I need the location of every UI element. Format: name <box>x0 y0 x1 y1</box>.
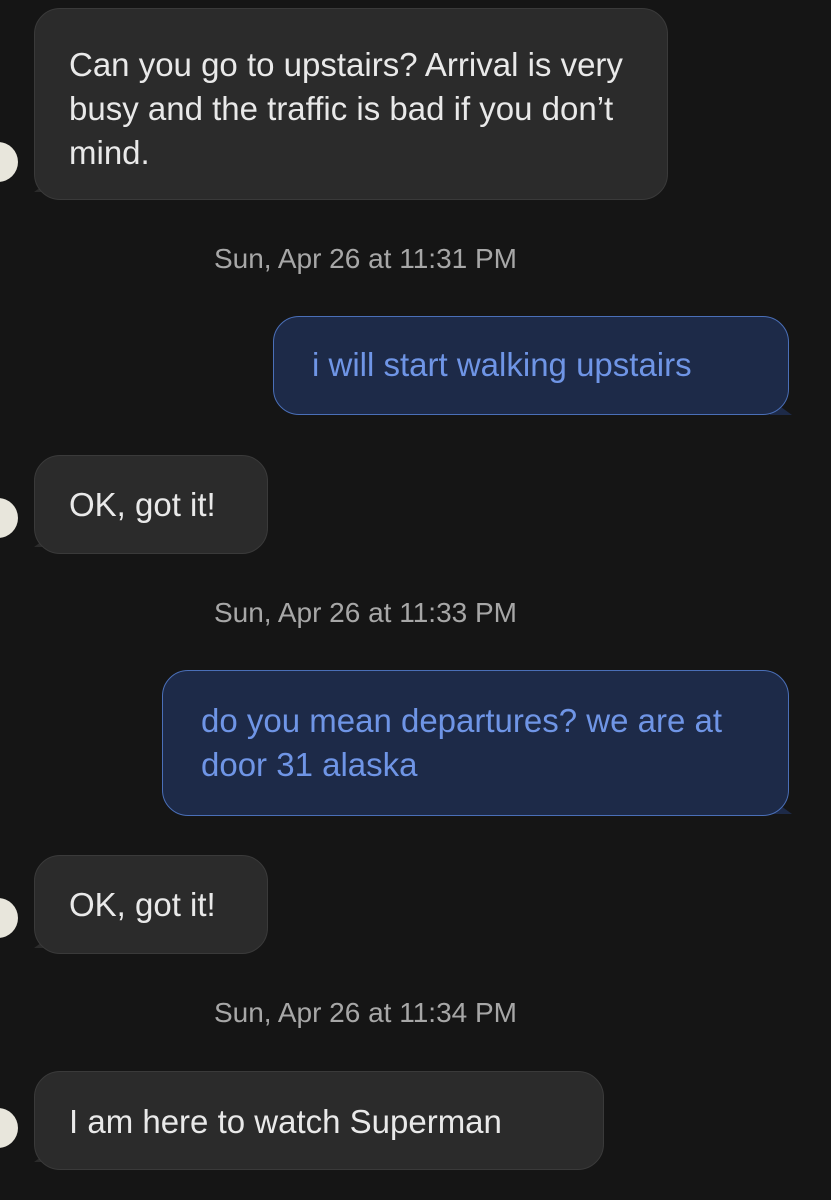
message-timestamp: Sun, Apr 26 at 11:31 PM <box>213 243 517 274</box>
sender-avatar[interactable] <box>0 498 18 538</box>
message-text: I am here to watch Superman <box>69 1103 502 1140</box>
message-timestamp: Sun, Apr 26 at 11:33 PM <box>213 597 517 628</box>
incoming-message-bubble[interactable]: OK, got it! <box>34 855 268 954</box>
message-text: OK, got it! <box>69 486 216 523</box>
message-text: do you mean departures? we are at door 3… <box>201 702 722 783</box>
sender-avatar[interactable] <box>0 898 18 938</box>
message-timestamp: Sun, Apr 26 at 11:34 PM <box>213 997 517 1028</box>
sender-avatar[interactable] <box>0 1108 18 1148</box>
sender-avatar[interactable] <box>0 142 18 182</box>
outgoing-message-bubble[interactable]: do you mean departures? we are at door 3… <box>162 670 789 816</box>
message-text: Can you go to upstairs? Arrival is very … <box>69 46 623 171</box>
incoming-message-bubble[interactable]: OK, got it! <box>34 455 268 554</box>
outgoing-message-bubble[interactable]: i will start walking upstairs <box>273 316 789 415</box>
incoming-message-bubble[interactable]: Can you go to upstairs? Arrival is very … <box>34 8 668 200</box>
incoming-message-bubble[interactable]: I am here to watch Superman <box>34 1071 604 1170</box>
message-text: i will start walking upstairs <box>312 346 692 383</box>
message-text: OK, got it! <box>69 886 216 923</box>
